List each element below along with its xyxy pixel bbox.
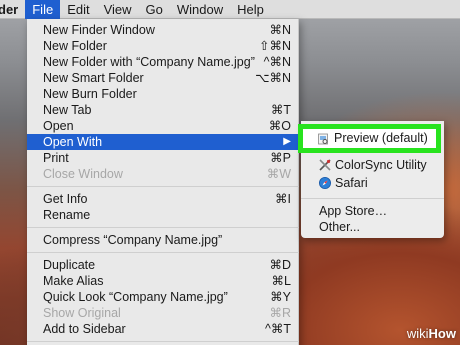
menu-item-shortcut: ⌘W bbox=[266, 167, 291, 181]
menu-item-shortcut: ⌘I bbox=[275, 192, 291, 206]
menu-item-shortcut: ⌘T bbox=[270, 103, 291, 117]
menu-item-duplicate[interactable]: Duplicate ⌘D bbox=[27, 257, 299, 273]
menu-item-label: New Burn Folder bbox=[43, 87, 137, 101]
watermark-suffix: How bbox=[428, 326, 456, 341]
menu-item-label: Print bbox=[43, 151, 69, 165]
menu-item-compress[interactable]: Compress “Company Name.jpg” bbox=[27, 232, 299, 248]
menu-item-get-info[interactable]: Get Info ⌘I bbox=[27, 191, 299, 207]
menu-item-label: Rename bbox=[43, 208, 91, 222]
menu-item-label: Open bbox=[43, 119, 74, 133]
menu-item-label: New Folder bbox=[43, 39, 107, 53]
submenu-arrow-icon: ▶ bbox=[283, 136, 291, 147]
menu-item-label: New Finder Window bbox=[43, 23, 155, 37]
menubar-window[interactable]: Window bbox=[170, 0, 230, 19]
menu-item-label: Add to Sidebar bbox=[43, 322, 126, 336]
menu-item-label: New Folder with “Company Name.jpg” bbox=[43, 55, 255, 69]
submenu-item-safari[interactable]: Safari bbox=[301, 174, 444, 192]
submenu-item-label: Preview (default) bbox=[334, 131, 428, 145]
menu-item-label: New Tab bbox=[43, 103, 92, 117]
menu-separator bbox=[27, 341, 299, 342]
menubar-edit[interactable]: Edit bbox=[60, 0, 96, 19]
menu-item-shortcut: ⌘D bbox=[269, 258, 291, 272]
menu-item-shortcut: ⌘N bbox=[269, 23, 291, 37]
menu-item-label: Quick Look “Company Name.jpg” bbox=[43, 290, 228, 304]
menu-item-label: Open With bbox=[43, 135, 103, 149]
submenu-item-other[interactable]: Other... bbox=[301, 218, 444, 236]
menu-item-shortcut: ⌥⌘N bbox=[255, 71, 291, 85]
menu-item-label: New Smart Folder bbox=[43, 71, 144, 85]
menu-item-label: Get Info bbox=[43, 192, 88, 206]
submenu-item-label: App Store… bbox=[319, 204, 388, 218]
menu-item-quick-look[interactable]: Quick Look “Company Name.jpg” ⌘Y bbox=[27, 289, 299, 305]
colorsync-app-icon bbox=[319, 159, 331, 171]
wikihow-watermark: wikiHow bbox=[407, 326, 456, 341]
menu-item-new-folder-with-selection[interactable]: New Folder with “Company Name.jpg” ^⌘N bbox=[27, 54, 299, 70]
menu-separator bbox=[27, 186, 299, 187]
submenu-separator bbox=[301, 198, 444, 199]
menu-item-close-window: Close Window ⌘W bbox=[27, 166, 299, 182]
menu-item-new-smart-folder[interactable]: New Smart Folder ⌥⌘N bbox=[27, 70, 299, 86]
menu-item-new-folder[interactable]: New Folder ⇧⌘N bbox=[27, 38, 299, 54]
menubar-help[interactable]: Help bbox=[230, 0, 271, 19]
menubar-file[interactable]: File bbox=[25, 0, 61, 19]
submenu-item-label: Other... bbox=[319, 220, 360, 234]
preview-app-icon bbox=[318, 133, 328, 145]
menu-item-shortcut: ^⌘T bbox=[264, 322, 291, 336]
menu-item-label: Make Alias bbox=[43, 274, 104, 288]
menu-item-label: Compress “Company Name.jpg” bbox=[43, 233, 223, 247]
menu-item-label: Close Window bbox=[43, 167, 123, 181]
menubar-app-name[interactable]: der bbox=[0, 0, 25, 19]
safari-app-icon bbox=[319, 177, 331, 189]
file-menu: New Finder Window ⌘N New Folder ⇧⌘N New … bbox=[27, 19, 299, 345]
submenu-item-label: Safari bbox=[335, 176, 368, 190]
menu-item-shortcut: ⇧⌘N bbox=[258, 39, 291, 53]
menu-separator bbox=[27, 252, 299, 253]
menu-item-show-original: Show Original ⌘R bbox=[27, 305, 299, 321]
menu-item-shortcut: ⌘L bbox=[271, 274, 291, 288]
watermark-prefix: wiki bbox=[406, 326, 429, 341]
menu-item-rename[interactable]: Rename bbox=[27, 207, 299, 223]
menu-separator bbox=[27, 227, 299, 228]
menu-item-print[interactable]: Print ⌘P bbox=[27, 150, 299, 166]
menu-item-new-burn-folder[interactable]: New Burn Folder bbox=[27, 86, 299, 102]
menu-item-shortcut: ⌘P bbox=[270, 151, 291, 165]
submenu-item-label: ColorSync Utility bbox=[335, 158, 427, 172]
menu-item-shortcut: ^⌘N bbox=[263, 55, 291, 69]
menu-item-add-to-sidebar[interactable]: Add to Sidebar ^⌘T bbox=[27, 321, 299, 337]
menu-item-make-alias[interactable]: Make Alias ⌘L bbox=[27, 273, 299, 289]
menu-bar: der File Edit View Go Window Help bbox=[0, 0, 460, 19]
menu-item-new-finder-window[interactable]: New Finder Window ⌘N bbox=[27, 22, 299, 38]
menubar-view[interactable]: View bbox=[97, 0, 139, 19]
submenu-item-colorsync-utility[interactable]: ColorSync Utility bbox=[301, 156, 444, 174]
menu-item-new-tab[interactable]: New Tab ⌘T bbox=[27, 102, 299, 118]
menu-item-shortcut: ⌘R bbox=[269, 306, 291, 320]
menu-item-shortcut: ⌘Y bbox=[270, 290, 291, 304]
menu-item-label: Duplicate bbox=[43, 258, 96, 272]
menu-item-shortcut: ⌘O bbox=[268, 119, 291, 133]
menu-item-open[interactable]: Open ⌘O bbox=[27, 118, 299, 134]
menubar-go[interactable]: Go bbox=[139, 0, 170, 19]
submenu-item-preview-default[interactable]: Preview (default) bbox=[298, 124, 441, 153]
menu-item-open-with[interactable]: Open With ▶ bbox=[27, 134, 299, 150]
menu-item-label: Show Original bbox=[43, 306, 121, 320]
